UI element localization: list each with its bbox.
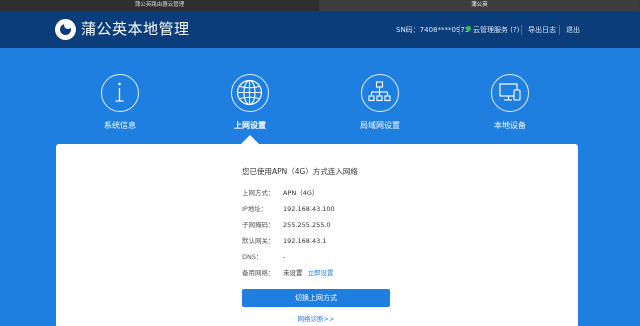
row-label: 子网掩码：: [242, 221, 275, 229]
row-value: APN（4G）: [283, 189, 319, 197]
nav-label: 系统信息: [104, 121, 136, 130]
devices-icon: [491, 74, 529, 112]
cloud-service-status[interactable]: 云管理服务 (?): [466, 25, 519, 35]
header-divider: [459, 25, 460, 35]
nav-item-system-info[interactable]: 系统信息: [70, 74, 170, 134]
row-label: 备用网络：: [242, 269, 275, 277]
browser-tab-local[interactable]: 蒲公英: [320, 0, 640, 11]
connection-status-title: 您已使用APN（4G）方式连入网络: [242, 167, 358, 176]
brand-title: 蒲公英本地管理: [81, 20, 190, 38]
row-label: DNS：: [242, 253, 263, 261]
globe-icon: [231, 74, 269, 112]
row-label: IP地址：: [242, 205, 268, 213]
active-nav-pointer: [241, 135, 259, 144]
internet-settings-panel: 您已使用APN（4G）方式连入网络 上网方式： APN（4G） IP地址： 19…: [56, 144, 578, 326]
pgy-logo-icon: [55, 19, 76, 40]
header-divider: [559, 25, 560, 35]
header-divider: [521, 25, 522, 35]
row-value: 255.255.255.0: [283, 221, 331, 229]
nav-label: 局域网设置: [360, 121, 400, 130]
nav-label: 上网设置: [234, 121, 266, 130]
lan-topology-icon: [361, 74, 399, 112]
network-diagnose-link[interactable]: 网络诊断>>: [242, 314, 390, 324]
row-label: 上网方式：: [242, 189, 275, 197]
setup-now-link[interactable]: 立即设置: [308, 269, 334, 277]
row-value: 未设置 立即设置: [283, 267, 334, 279]
row-value: -: [283, 253, 286, 261]
nav-label: 本地设备: [494, 121, 526, 130]
export-log-link[interactable]: 导出日志: [528, 25, 556, 35]
browser-tab-cloud[interactable]: 蒲公英路由器云管理: [0, 0, 320, 11]
logout-link[interactable]: 退出: [566, 25, 580, 35]
row-value: 192.168.43.100: [283, 205, 335, 213]
info-icon: [101, 74, 139, 112]
logo-cut-shape: [64, 21, 72, 29]
row-label: 默认网关：: [242, 237, 275, 245]
switch-connection-button[interactable]: 切换上网方式: [242, 289, 390, 307]
nav-item-local-devices[interactable]: 本地设备: [460, 74, 560, 134]
nav-item-lan-settings[interactable]: 局域网设置: [330, 74, 430, 134]
browser-tabbar: 蒲公英路由器云管理 蒲公英: [0, 0, 640, 11]
cloud-service-label: 云管理服务 (?): [473, 26, 520, 34]
status-dot-icon: [466, 26, 471, 31]
backup-network-value: 未设置: [283, 269, 303, 277]
top-header: 蒲公英本地管理 SN码：7408****0973 云管理服务 (?) 导出日志 …: [0, 11, 640, 48]
nav-item-internet-settings[interactable]: 上网设置: [200, 74, 300, 134]
row-value: 192.168.43.1: [283, 237, 327, 245]
